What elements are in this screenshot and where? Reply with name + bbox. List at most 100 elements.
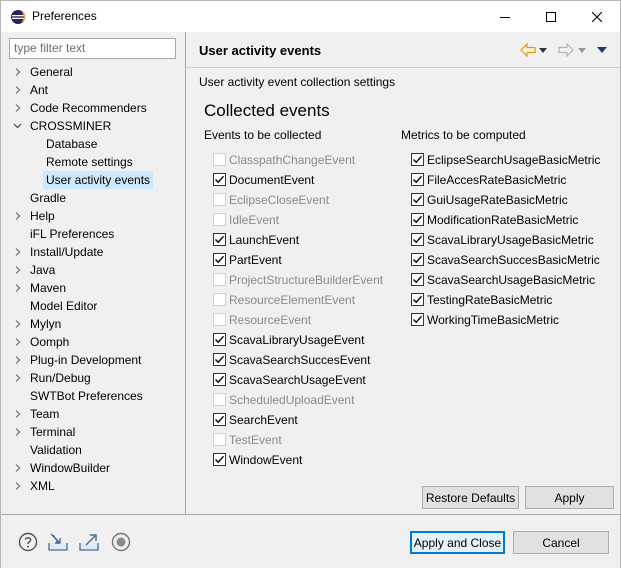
- checkbox-checked[interactable]: [213, 453, 226, 466]
- checkmark-icon: [413, 215, 423, 224]
- tree-item[interactable]: CROSSMINER: [9, 117, 185, 135]
- tree-item[interactable]: User activity events: [9, 171, 185, 189]
- restore-defaults-button[interactable]: Restore Defaults: [422, 486, 519, 509]
- tree-item-label: Database: [46, 137, 98, 151]
- checkbox-label: TestingRateBasicMetric: [427, 293, 553, 307]
- chevron-right-icon[interactable]: [13, 207, 25, 225]
- back-history-dropdown-icon[interactable]: [538, 41, 548, 59]
- checkmark-icon: [413, 235, 423, 244]
- chevron-right-icon[interactable]: [13, 261, 25, 279]
- tree-item[interactable]: Terminal: [9, 423, 185, 441]
- checkbox-unchecked: [213, 433, 226, 446]
- minimize-button[interactable]: [482, 1, 528, 32]
- chevron-right-icon[interactable]: [13, 369, 25, 387]
- chevron-right-icon[interactable]: [13, 351, 25, 369]
- checkbox-checked[interactable]: [411, 233, 424, 246]
- checkbox-label: ScavaLibraryUsageBasicMetric: [427, 233, 594, 247]
- tree-item[interactable]: Maven: [9, 279, 185, 297]
- chevron-right-icon[interactable]: [13, 423, 25, 441]
- checkmark-icon: [413, 195, 423, 204]
- apply-and-close-button[interactable]: Apply and Close: [410, 531, 505, 554]
- chevron-down-icon[interactable]: [13, 117, 25, 135]
- view-menu-icon[interactable]: [596, 41, 608, 59]
- checkbox-checked[interactable]: [213, 233, 226, 246]
- chevron-right-icon[interactable]: [13, 99, 25, 117]
- tree-item[interactable]: XML: [9, 477, 185, 495]
- tree-item[interactable]: Run/Debug: [9, 369, 185, 387]
- checkbox-checked[interactable]: [411, 273, 424, 286]
- checkbox-checked[interactable]: [213, 333, 226, 346]
- maximize-button[interactable]: [528, 1, 574, 32]
- checkbox-checked[interactable]: [411, 173, 424, 186]
- tree-item[interactable]: Team: [9, 405, 185, 423]
- checkbox-checked[interactable]: [213, 413, 226, 426]
- record-icon[interactable]: [110, 531, 132, 553]
- window-title: Preferences: [32, 9, 97, 23]
- tree-item[interactable]: Help: [9, 207, 185, 225]
- tree-item[interactable]: Install/Update: [9, 243, 185, 261]
- chevron-right-icon[interactable]: [13, 477, 25, 495]
- export-icon[interactable]: [78, 531, 100, 553]
- checkbox-checked[interactable]: [411, 193, 424, 206]
- tree-item-label: WindowBuilder: [30, 461, 111, 475]
- tree-item[interactable]: Oomph: [9, 333, 185, 351]
- chevron-right-icon[interactable]: [13, 243, 25, 261]
- chevron-right-icon[interactable]: [13, 405, 25, 423]
- checkbox-checked[interactable]: [411, 293, 424, 306]
- tree-item[interactable]: Java: [9, 261, 185, 279]
- checkbox-checked[interactable]: [213, 373, 226, 386]
- back-arrow-icon[interactable]: [519, 41, 537, 59]
- checkbox-checked[interactable]: [411, 313, 424, 326]
- checkmark-icon: [413, 255, 423, 264]
- tree-item-label: Team: [30, 407, 60, 421]
- chevron-right-icon[interactable]: [13, 81, 25, 99]
- tree-item[interactable]: Plug-in Development: [9, 351, 185, 369]
- checkbox-checked[interactable]: [213, 173, 226, 186]
- filter-input[interactable]: type filter text: [9, 38, 176, 59]
- cancel-button[interactable]: Cancel: [513, 531, 609, 554]
- checkbox-unchecked: [213, 153, 226, 166]
- close-button[interactable]: [574, 1, 620, 32]
- checkbox-label: ScavaSearchSuccesBasicMetric: [427, 253, 600, 267]
- chevron-right-icon[interactable]: [13, 63, 25, 81]
- checkbox-checked[interactable]: [213, 353, 226, 366]
- tree-item[interactable]: WindowBuilder: [9, 459, 185, 477]
- eclipse-icon: [10, 9, 26, 25]
- checkbox-label: PartEvent: [229, 253, 282, 267]
- checkbox-checked[interactable]: [411, 213, 424, 226]
- checkbox-label: LaunchEvent: [229, 233, 300, 247]
- checkbox-label: SearchEvent: [229, 413, 298, 427]
- chevron-right-icon[interactable]: [13, 315, 25, 333]
- checkbox-checked[interactable]: [213, 253, 226, 266]
- tree-item[interactable]: SWTBot Preferences: [9, 387, 185, 405]
- chevron-right-icon[interactable]: [13, 333, 25, 351]
- help-icon[interactable]: [17, 531, 39, 553]
- import-icon[interactable]: [47, 531, 69, 553]
- title-bar: Preferences: [1, 1, 620, 32]
- tree-item[interactable]: iFL Preferences: [9, 225, 185, 243]
- checkbox-checked[interactable]: [411, 153, 424, 166]
- chevron-right-icon[interactable]: [13, 459, 25, 477]
- tree-item[interactable]: Validation: [9, 441, 185, 459]
- tree-item[interactable]: Remote settings: [9, 153, 185, 171]
- apply-button[interactable]: Apply: [525, 486, 614, 509]
- tree-item[interactable]: Ant: [9, 81, 185, 99]
- metrics-heading: Metrics to be computed: [401, 128, 526, 142]
- tree-item[interactable]: Database: [9, 135, 185, 153]
- checkbox-label: DocumentEvent: [229, 173, 315, 187]
- checkbox-label: ScheduledUploadEvent: [229, 393, 355, 407]
- tree-item[interactable]: General: [9, 63, 185, 81]
- tree-item[interactable]: Gradle: [9, 189, 185, 207]
- chevron-right-icon[interactable]: [13, 279, 25, 297]
- tree-item-label: Maven: [30, 281, 67, 295]
- maximize-icon: [546, 11, 556, 22]
- tree-item[interactable]: Mylyn: [9, 315, 185, 333]
- tree-item[interactable]: Model Editor: [9, 297, 185, 315]
- page-description: User activity event collection settings: [199, 75, 396, 89]
- tree-item[interactable]: Code Recommenders: [9, 99, 185, 117]
- close-icon: [592, 11, 602, 22]
- checkmark-icon: [215, 355, 225, 364]
- checkbox-unchecked: [213, 273, 226, 286]
- checkbox-checked[interactable]: [411, 253, 424, 266]
- tree-item-label: Mylyn: [30, 317, 62, 331]
